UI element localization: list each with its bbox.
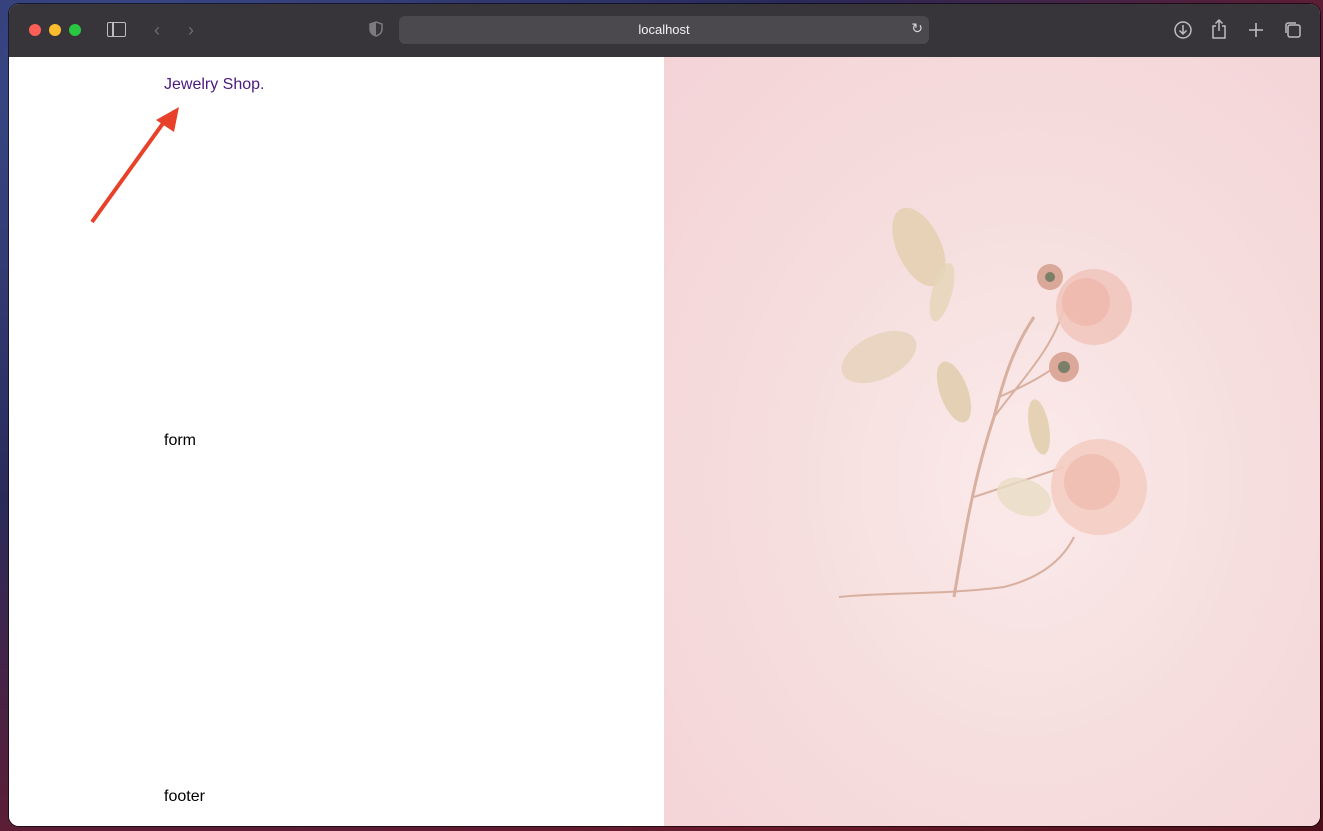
footer-placeholder: footer (164, 788, 205, 805)
address-text: localhost (638, 22, 690, 37)
page-content: Jewelry Shop. form footer (9, 57, 1320, 826)
form-placeholder: form (164, 432, 196, 449)
share-icon[interactable] (1210, 18, 1228, 40)
browser-window: ‹ › localhost ↻ Jewelry Shop. form foote… (9, 4, 1320, 826)
sidebar-icon[interactable] (107, 22, 126, 37)
tabs-overview-icon[interactable] (1283, 20, 1303, 40)
rose-illustration (838, 207, 1147, 598)
plus-icon[interactable] (1247, 21, 1265, 39)
chevron-left-icon[interactable]: ‹ (145, 18, 169, 42)
annotation-arrow (90, 107, 179, 224)
left-pane: Jewelry Shop. form footer (9, 57, 664, 826)
browser-toolbar: ‹ › localhost ↻ (9, 4, 1320, 58)
shield-icon[interactable] (369, 21, 383, 37)
download-icon[interactable] (1173, 20, 1193, 40)
minimize-window-button[interactable] (49, 24, 61, 36)
zoom-window-button[interactable] (69, 24, 81, 36)
logo-link[interactable]: Jewelry Shop. (164, 76, 265, 94)
hero-image (664, 57, 1320, 826)
address-bar[interactable]: localhost ↻ (399, 16, 929, 44)
reload-icon[interactable]: ↻ (911, 20, 923, 37)
close-window-button[interactable] (29, 24, 41, 36)
chevron-right-icon[interactable]: › (179, 18, 203, 42)
